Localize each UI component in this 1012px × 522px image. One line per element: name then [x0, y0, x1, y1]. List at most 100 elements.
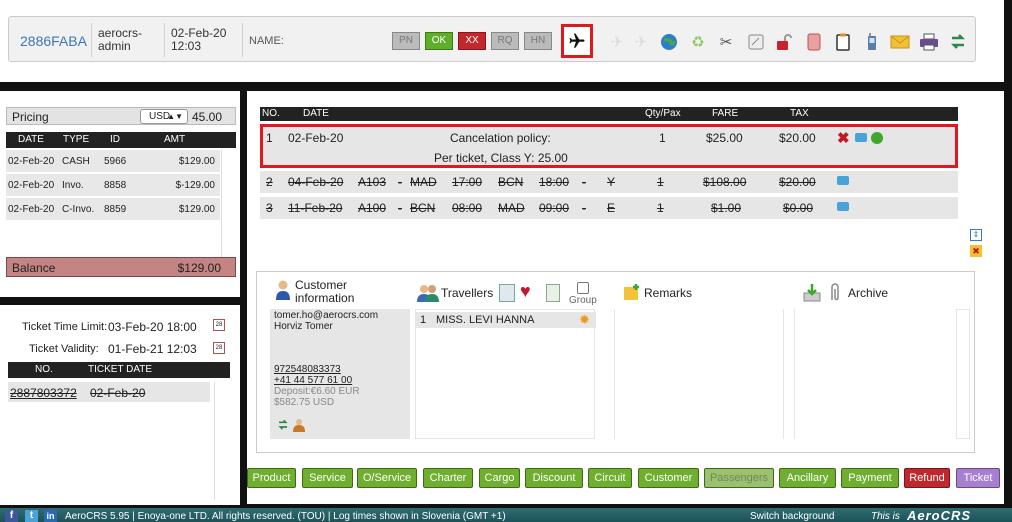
row-id: 8859 [104, 204, 127, 215]
tab-passengers[interactable]: Passengers [704, 468, 774, 488]
currency-select[interactable]: USD ▲▼ [140, 109, 188, 124]
globe-icon[interactable] [659, 32, 679, 52]
calendar-icon[interactable]: 28 [213, 319, 225, 331]
segment-row[interactable]: 3 11-Feb-20 A100 - BCN 08:00 MAD 09:00 -… [260, 197, 958, 219]
booking-toolbar: 2886FABA aerocrs- admin 02-Feb-20 12:03 … [8, 16, 976, 62]
status-ok-button[interactable]: OK [425, 32, 453, 50]
row-amt: $-129.00 [175, 180, 215, 191]
star-icon[interactable]: ✹ [579, 312, 590, 328]
airplane-faded-icon[interactable]: ✈ [631, 32, 651, 52]
heart-plus-icon[interactable]: ♥ [520, 282, 531, 300]
ticket-time-limit-value[interactable]: 03-Feb-20 18:00 [108, 320, 197, 334]
booking-info-panel: Customer information Travellers ♥ Group … [256, 271, 975, 453]
ticket-date: 02-Feb-20 [90, 386, 146, 400]
table-row[interactable]: 02-Feb-20 CASH 5966 $129.00 [6, 150, 220, 172]
segment-class: Y [607, 175, 616, 189]
twitter-icon[interactable]: t [25, 510, 38, 522]
mobile-icon[interactable] [862, 32, 882, 52]
col-type: TYPE [63, 134, 90, 145]
expand-collapse-icon[interactable]: ⇕ [970, 229, 982, 241]
status-green-icon[interactable] [871, 132, 883, 144]
status-rq-button[interactable]: RQ [491, 32, 519, 50]
tab-o-service[interactable]: O/Service [357, 468, 417, 488]
padlock-icon[interactable] [774, 32, 794, 52]
table-row[interactable]: 02-Feb-20 Invo. 8858 $-129.00 [6, 174, 220, 196]
row-amt: $129.00 [178, 204, 215, 215]
scissors-icon[interactable]: ✂ [716, 32, 736, 52]
customer-phone-2[interactable]: +41 44 577 61 00 [274, 375, 352, 386]
status-pn-button[interactable]: PN [392, 32, 420, 50]
comment-icon[interactable] [837, 176, 849, 185]
col-date: DATE [303, 108, 329, 119]
exchange-icon[interactable] [277, 419, 289, 431]
delete-icon[interactable]: ✖ [837, 129, 850, 147]
archive-area[interactable] [794, 309, 954, 439]
archive-download-icon[interactable] [803, 284, 821, 302]
status-hn-button[interactable]: HN [524, 32, 552, 50]
tab-charter[interactable]: Charter [423, 468, 473, 488]
col-amt: AMT [164, 134, 186, 145]
tickets-scrollbar[interactable] [214, 382, 230, 500]
segment-date: 02-Feb-20 [288, 131, 344, 145]
segment-row[interactable]: 2 04-Feb-20 A103 - MAD 17:00 BCN 18:00 -… [260, 171, 958, 193]
comment-icon[interactable] [837, 202, 849, 211]
tab-refund[interactable]: Refund [904, 468, 950, 488]
ticket-validity-value[interactable]: 01-Feb-21 12:03 [108, 342, 197, 356]
linkedin-icon[interactable]: in [44, 510, 57, 522]
tab-cargo[interactable]: Cargo [479, 468, 520, 488]
this-is-label: This is [871, 511, 900, 522]
tab-customer[interactable]: Customer [638, 468, 699, 488]
table-row[interactable]: 02-Feb-20 C-Invo. 8859 $129.00 [6, 198, 220, 220]
calendar-note-icon[interactable] [746, 32, 766, 52]
airplane-faded-icon[interactable]: ✈ [607, 32, 627, 52]
tab-circuit[interactable]: Circuit [588, 468, 632, 488]
recycle-icon[interactable]: ♻ [688, 32, 708, 52]
status-xx-button[interactable]: XX [458, 32, 486, 50]
row-date: 02-Feb-20 [8, 180, 55, 191]
segments-table-header: NO. DATE Qty/Pax FARE TAX [260, 107, 958, 121]
tab-ancillary[interactable]: Ancillary [779, 468, 836, 488]
exchange-icon[interactable] [948, 32, 968, 52]
tab-ticket[interactable]: Ticket [956, 468, 1000, 488]
name-label: NAME: [249, 35, 284, 47]
list-item[interactable]: 1 MISS. LEVI HANNA ✹ [416, 312, 596, 328]
segment-row-cancel-policy[interactable]: 1 02-Feb-20 Cancelation policy: 1 $25.00… [260, 124, 958, 168]
col-no: NO. [35, 364, 53, 375]
ticket-number-link[interactable]: 2887803372 [10, 386, 77, 400]
segment-departure: 17:00 [452, 175, 483, 189]
agent-line-2: admin [98, 39, 131, 53]
customer-info-title: Customer information [295, 279, 354, 305]
comment-icon[interactable] [855, 133, 867, 142]
printer-icon[interactable] [919, 32, 939, 52]
customer-edit-icon[interactable] [293, 418, 307, 432]
table-row[interactable]: 2887803372 02-Feb-20 [8, 382, 210, 402]
calendar-icon[interactable]: 28 [213, 342, 225, 354]
tab-product[interactable]: Product [247, 468, 296, 488]
document-red-icon[interactable] [804, 32, 824, 52]
customer-details: tomer.ho@aerocrs.com Horviz Tomer 972548… [270, 309, 410, 439]
traveller-add-icon[interactable] [546, 284, 560, 302]
traveller-document-icon[interactable] [499, 284, 515, 302]
payments-list: 02-Feb-20 CASH 5966 $129.00 02-Feb-20 In… [6, 150, 220, 260]
airplane-button[interactable] [561, 24, 593, 58]
clipboard-icon[interactable] [833, 32, 853, 52]
payments-scrollbar[interactable] [221, 150, 235, 260]
facebook-icon[interactable]: f [5, 510, 18, 522]
switch-background-link[interactable]: Switch background [750, 511, 835, 522]
customer-phone-1[interactable]: 972548083373 [274, 364, 341, 375]
tab-payment[interactable]: Payment [841, 468, 899, 488]
envelope-icon[interactable] [890, 32, 910, 52]
row-date: 02-Feb-20 [8, 156, 55, 167]
tab-discount[interactable]: Discount [525, 468, 583, 488]
segment-tax: $20.00 [779, 131, 816, 145]
airplane-icon [569, 33, 585, 48]
attachment-icon[interactable] [828, 282, 844, 302]
info-scrollbar[interactable] [956, 309, 970, 439]
remarks-area[interactable] [614, 309, 784, 439]
tab-service[interactable]: Service [302, 468, 353, 488]
clear-icon[interactable]: ✖ [970, 245, 982, 257]
group-checkbox[interactable] [577, 282, 589, 294]
ticket-validity-label: Ticket Validity: [29, 343, 99, 355]
customer-name: Horviz Tomer [274, 321, 333, 332]
pnr-code[interactable]: 2886FABA [20, 33, 87, 49]
